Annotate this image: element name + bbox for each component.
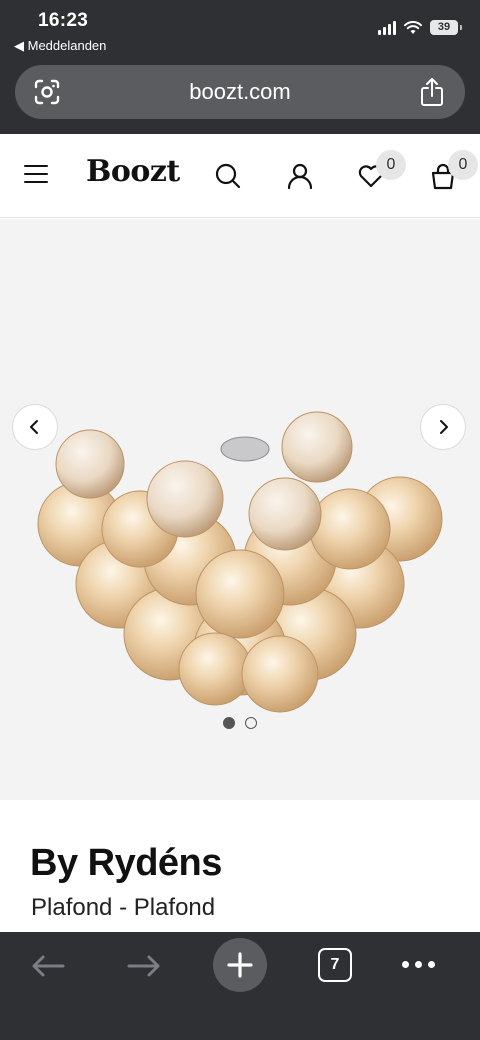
search-icon[interactable]	[213, 161, 243, 191]
status-indicators: 39	[378, 20, 462, 35]
url-text[interactable]: boozt.com	[15, 79, 465, 105]
pagination-dot-2[interactable]	[245, 717, 257, 729]
site-logo[interactable]: Boozt	[86, 154, 180, 189]
plus-icon	[227, 952, 253, 978]
tabs-button[interactable]: 7	[318, 948, 352, 982]
back-to-app-link[interactable]: ◀ Meddelanden	[14, 38, 106, 54]
forward-icon[interactable]	[126, 954, 162, 978]
address-bar[interactable]: boozt.com	[15, 65, 465, 119]
battery-icon: 39	[430, 20, 462, 35]
product-image	[37, 411, 443, 713]
wifi-icon	[404, 20, 422, 34]
site-header: Boozt 0 0	[0, 134, 480, 218]
browser-top-chrome: 16:23 ◀ Meddelanden 39 boozt.com	[0, 0, 480, 134]
wishlist-count-badge: 0	[376, 150, 406, 180]
product-gallery[interactable]	[0, 219, 480, 800]
product-brand[interactable]: By Rydéns	[30, 842, 222, 885]
signal-icon	[378, 20, 396, 35]
menu-icon[interactable]	[24, 165, 48, 185]
back-icon[interactable]	[30, 954, 66, 978]
browser-toolbar: 7	[0, 932, 480, 1040]
image-pagination	[0, 717, 480, 729]
pagination-dot-1[interactable]	[223, 717, 235, 729]
account-icon[interactable]	[285, 161, 315, 191]
cart-count-badge: 0	[448, 150, 478, 180]
new-tab-button[interactable]	[213, 938, 267, 992]
more-options-icon[interactable]	[402, 961, 435, 968]
product-subtitle: Plafond - Plafond	[31, 894, 216, 921]
status-time: 16:23	[38, 10, 89, 31]
share-icon[interactable]	[419, 77, 445, 107]
